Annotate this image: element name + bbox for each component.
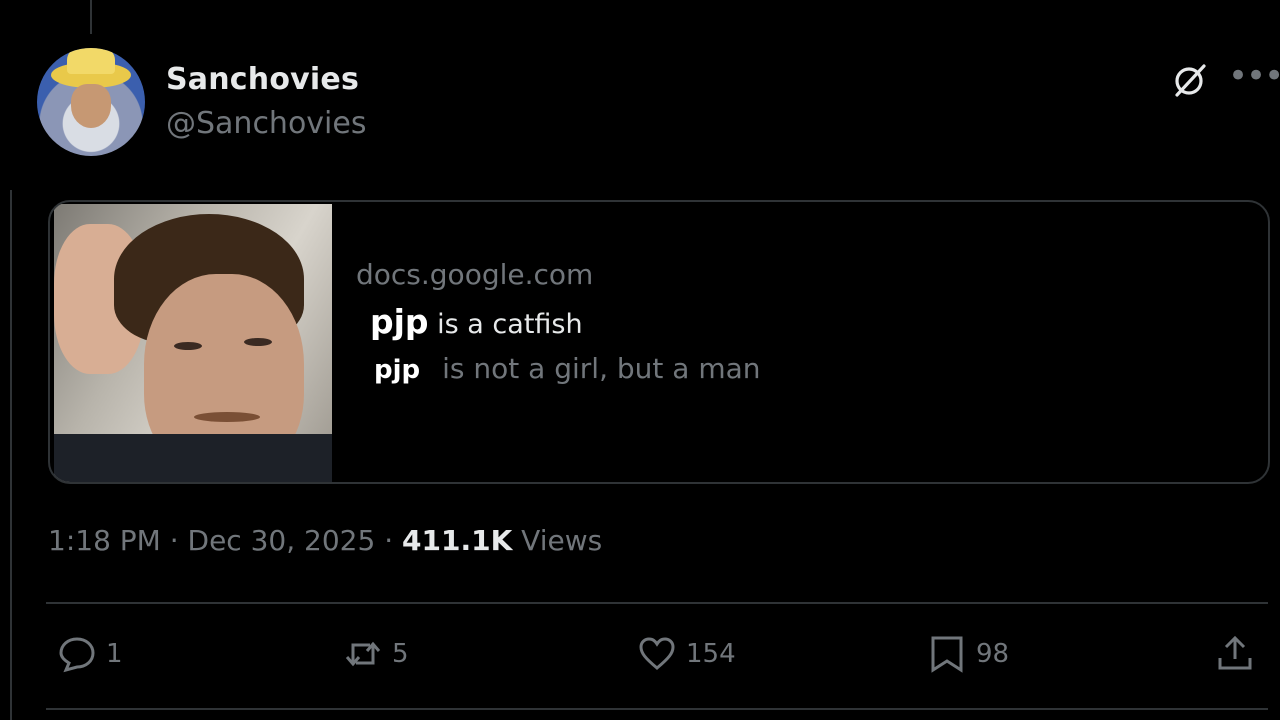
author-handle[interactable]: @Sanchovies [166,106,366,141]
like-button[interactable]: 154 [636,634,736,674]
repost-icon [345,641,381,667]
reply-count: 1 [106,639,123,669]
reply-button[interactable]: 1 [56,634,123,674]
repost-button[interactable]: 5 [342,634,409,674]
bookmark-count: 98 [976,639,1010,669]
thumbnail-eye [174,342,202,350]
thread-connector-line [10,190,12,720]
divider [46,602,1268,604]
card-title-text: is a catfish [428,309,583,340]
link-card[interactable]: docs.google.com pjp is a catfish pjp is n… [48,200,1270,484]
thumbnail-eye [244,338,272,346]
grok-icon[interactable] [1168,60,1210,102]
more-icon[interactable]: ••• [1228,56,1280,96]
card-description: pjp is not a girl, but a man [374,352,761,385]
bookmark-icon [931,636,963,673]
card-title: pjp is a catfish [370,302,583,341]
avatar[interactable] [37,48,145,156]
bookmark-button[interactable]: 98 [926,634,1009,674]
card-thumbnail [54,204,332,482]
divider [46,708,1268,710]
thumbnail-mouth [194,412,260,422]
card-description-name: pjp [374,355,421,385]
like-count: 154 [686,639,736,669]
views-count: 411.1K [402,524,513,557]
card-title-name: pjp [370,302,429,341]
heart-icon [639,637,675,670]
card-description-text: is not a girl, but a man [442,352,761,385]
avatar-hat-top [67,48,115,74]
views-label: Views [512,524,603,557]
timestamp[interactable]: 1:18 PM · Dec 30, 2025 · [48,524,402,557]
thread-line [90,0,92,34]
card-domain: docs.google.com [356,258,594,291]
repost-count: 5 [392,639,409,669]
thumbnail-shirt [54,434,332,482]
share-button[interactable] [1214,634,1264,674]
share-icon [1218,635,1252,670]
reply-icon [59,637,95,673]
tweet-meta: 1:18 PM · Dec 30, 2025 · 411.1K Views [48,524,602,557]
avatar-face [71,84,111,128]
author-name[interactable]: Sanchovies [166,62,359,97]
